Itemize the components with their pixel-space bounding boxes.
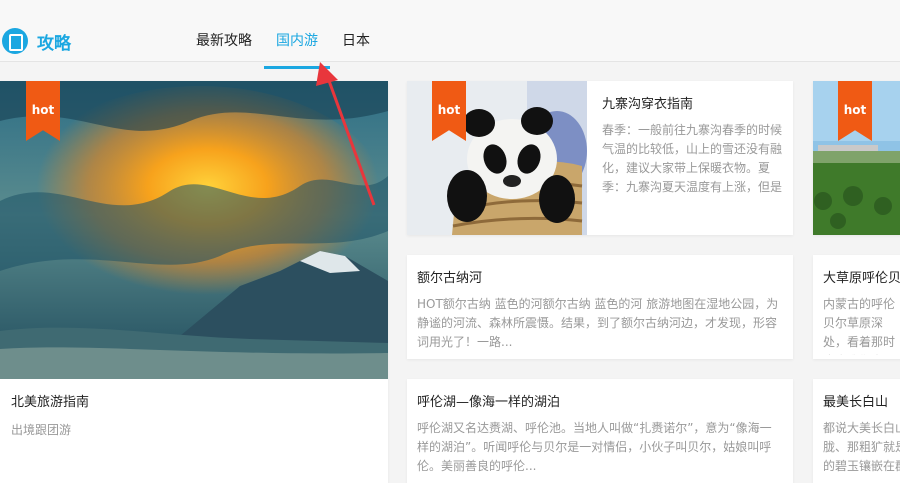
card-description: 内蒙古的呼伦贝尔草原深处，看着那时也许我们真 [823,297,896,355]
tab-latest-guides[interactable]: 最新攻略 [184,24,264,62]
card-title[interactable]: 九寨沟穿衣指南 [602,93,693,112]
tab-domestic-travel[interactable]: 国内游 [264,24,330,69]
card-description: 呼伦湖又名达赉湖、呼伦池。当地人叫做“扎赉诺尔”，意为“像海一样的湖泊”。听闻呼… [417,421,772,473]
card-subtitle: 出境跟团游 [11,423,72,437]
card-title[interactable]: 额尔古纳河 [417,267,482,286]
card-description: 都说大美长白山胧、那粗犷就是的碧玉镶嵌在群 [823,421,900,473]
card-title[interactable]: 大草原呼伦贝 [823,267,900,286]
top-nav-bar: 攻略 最新攻略 国内游 日本 [0,0,900,69]
card-title[interactable]: 呼伦湖—像海一样的湖泊 [417,391,560,410]
book-icon [2,28,28,54]
logo-text: 攻略 [37,33,71,54]
card-description: 春季：一般前往九寨沟春季的时候气温的比较低，山上的雪还没有融化，建议大家带上保暖… [602,123,783,194]
feature-card-north-america[interactable]: hot 北美旅游指南 出境跟团游 [0,81,388,483]
card-jiuzhaigou[interactable]: hot 九寨沟穿衣指南 春季：一般前往九寨沟春季的时候气温的比较低，山上的雪还没… [407,81,793,235]
card-description: HOT额尔古纳 蓝色的河额尔古纳 蓝色的河 旅游地图在湿地公园，为静谧的河流、森… [417,297,779,349]
category-tabs: 最新攻略 国内游 日本 [184,24,382,69]
card-grassland-image[interactable]: hot [813,81,900,235]
card-title[interactable]: 北美旅游指南 [11,391,89,410]
card-grassland-hulunbuir[interactable]: 大草原呼伦贝 内蒙古的呼伦贝尔草原深处，看着那时也许我们真 [813,255,900,359]
card-erguna-river[interactable]: 额尔古纳河 HOT额尔古纳 蓝色的河额尔古纳 蓝色的河 旅游地图在湿地公园，为静… [407,255,793,359]
logo[interactable]: 攻略 [2,28,71,54]
card-changbai-mountain[interactable]: 最美长白山 都说大美长白山胧、那粗犷就是的碧玉镶嵌在群 [813,379,900,483]
tab-japan[interactable]: 日本 [330,24,382,62]
card-hulun-lake[interactable]: 呼伦湖—像海一样的湖泊 呼伦湖又名达赉湖、呼伦池。当地人叫做“扎赉诺尔”，意为“… [407,379,793,483]
card-title[interactable]: 最美长白山 [823,391,888,410]
